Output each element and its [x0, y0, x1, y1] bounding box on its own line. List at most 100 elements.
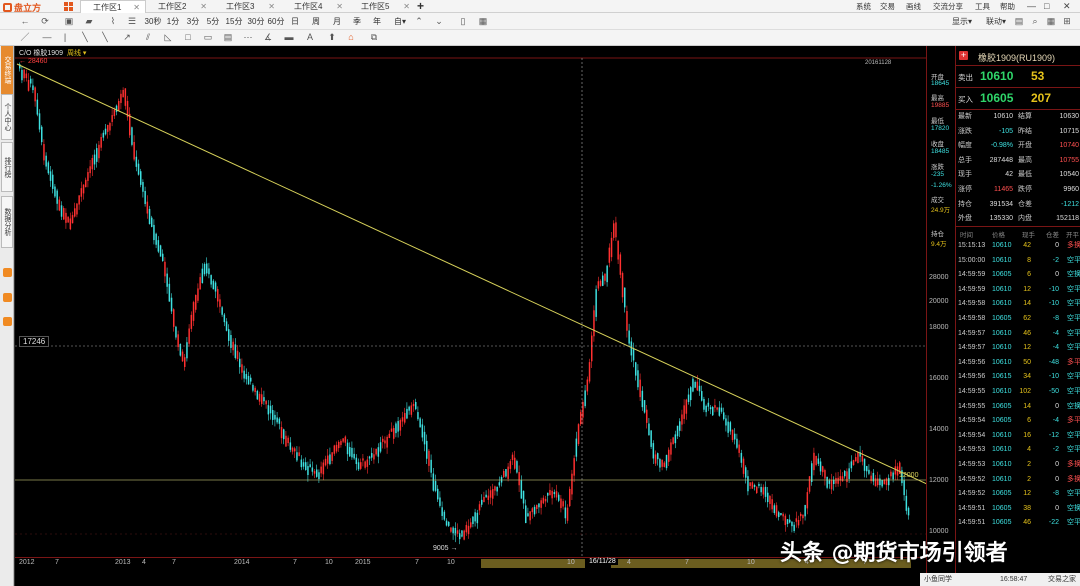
candle-body [575, 438, 578, 457]
ma-dropdown[interactable]: 周线 ▾ [67, 50, 86, 57]
tab-workspace-5[interactable]: 工作区5 ✕ [349, 0, 415, 13]
period-quarter[interactable]: 季 [352, 15, 362, 28]
rect-tool-icon[interactable]: □ [183, 31, 193, 44]
sidebar-tab-ranking[interactable]: 排行榜 [1, 142, 13, 192]
close-icon[interactable]: ✕ [403, 0, 410, 13]
candle-body [672, 437, 674, 445]
menu-share[interactable]: 交流分享 [933, 0, 963, 13]
list-icon[interactable]: ☰ [127, 15, 137, 28]
period-1m[interactable]: 1分 [166, 15, 180, 28]
period-week[interactable]: 周 [311, 15, 321, 28]
clock-icon[interactable] [3, 268, 12, 277]
maximize-button[interactable]: □ [1044, 0, 1049, 13]
hline-tool-icon[interactable]: — [42, 31, 52, 44]
candle-body [344, 436, 347, 443]
period-tool-icon[interactable]: ▤ [223, 31, 233, 44]
stat-value: 10540 [1059, 171, 1079, 179]
candle-body [349, 447, 351, 457]
arrow-tool-icon[interactable]: ↗ [122, 31, 132, 44]
up-arrow-tool-icon[interactable]: ⬆ [327, 31, 337, 44]
period-30m[interactable]: 30分 [247, 15, 265, 28]
zoom-in-icon[interactable]: ⌃ [414, 15, 424, 28]
sidebar-tab-trading[interactable]: 交易终端 [1, 46, 13, 94]
candle-body [553, 492, 556, 495]
menu-system[interactable]: 系统 [856, 0, 871, 13]
refresh-icon[interactable]: ⟳ [40, 15, 50, 28]
back-icon[interactable]: ← [20, 15, 30, 28]
candle-body [463, 530, 465, 540]
bell-icon[interactable] [3, 293, 12, 302]
fib-tool-icon[interactable]: ▭ [203, 31, 213, 44]
stat-value: 10715 [1059, 127, 1079, 135]
tick-oi-change: 0 [1055, 461, 1059, 468]
close-icon[interactable]: ✕ [336, 0, 343, 13]
close-window-button[interactable]: ✕ [1063, 0, 1071, 13]
candlestick-chart[interactable]: C/O 橡胶1909 周线 ▾ ← 28460 9005 → 17246 1200… [14, 46, 927, 586]
ask-row[interactable]: 卖出 10610 53 [956, 66, 1080, 88]
box-tool-icon[interactable]: ▬ [284, 31, 294, 44]
gann-tool-icon[interactable]: ⋯ [243, 31, 253, 44]
add-tab-button[interactable]: + [417, 0, 424, 13]
layout-icon[interactable]: ▯ [458, 15, 468, 28]
channel-tool-icon[interactable]: ⫽ [143, 31, 153, 44]
tab-workspace-1[interactable]: 工作区1 ✕ [80, 0, 146, 13]
period-year[interactable]: 年 [372, 15, 382, 28]
candle-body [217, 289, 219, 302]
tick-time: 14:59:52 [958, 490, 986, 498]
close-icon[interactable]: ✕ [200, 0, 207, 13]
line-tool-icon[interactable]: ／ [20, 31, 30, 44]
link-dropdown[interactable]: 联动▾ [984, 15, 1008, 28]
triangle-tool-icon[interactable]: ◺ [163, 31, 173, 44]
close-icon[interactable]: ✕ [268, 0, 275, 13]
lock-tool-icon[interactable]: ⌂ [346, 31, 356, 44]
x-label: 7 [55, 559, 59, 566]
period-60m[interactable]: 60分 [267, 15, 285, 28]
wave-tool-icon[interactable]: ∡ [263, 31, 273, 44]
candle-body [49, 171, 52, 181]
menu-tools[interactable]: 工具 [975, 0, 990, 13]
period-5m[interactable]: 5分 [206, 15, 220, 28]
search-icon[interactable]: ⌕ [1030, 15, 1040, 28]
period-month[interactable]: 月 [332, 15, 342, 28]
note-icon[interactable] [3, 317, 12, 326]
display-dropdown[interactable]: 显示▾ [950, 15, 974, 28]
pin-icon[interactable]: ⊞ [1062, 15, 1072, 28]
ray-tool-icon[interactable]: ╲ [80, 31, 90, 44]
apps-grid-icon[interactable] [64, 2, 74, 11]
menu-trade[interactable]: 交易 [880, 0, 895, 13]
tick-oi-change: 0 [1055, 271, 1059, 279]
menu-help[interactable]: 帮助 [1000, 0, 1015, 13]
candle-body [243, 370, 245, 379]
period-15m[interactable]: 15分 [225, 15, 243, 28]
chart-icon[interactable]: ⌇ [108, 15, 118, 28]
minimize-button[interactable]: — [1027, 0, 1036, 13]
tab-workspace-2[interactable]: 工作区2 ✕ [146, 0, 212, 13]
y-label: 20000 [929, 298, 949, 305]
sidebar-tab-analysis[interactable]: 数据分析 [1, 196, 13, 248]
period-30s[interactable]: 30秒 [143, 15, 163, 28]
bid-row[interactable]: 买入 10605 207 [956, 88, 1080, 110]
period-3m[interactable]: 3分 [186, 15, 200, 28]
grid-view-icon[interactable]: ▦ [1046, 15, 1056, 28]
sidebar-tab-personal[interactable]: 个人中心 [1, 94, 13, 140]
candle-body [628, 330, 630, 344]
add-watch-icon[interactable]: + [959, 51, 968, 60]
vline-tool-icon[interactable]: | [60, 31, 70, 44]
open-icon[interactable]: ▰ [84, 15, 94, 28]
period-custom[interactable]: 自▾ [392, 15, 408, 28]
candle-body [164, 261, 166, 277]
clear-tool-icon[interactable]: ⧉ [369, 31, 379, 44]
lock-icon[interactable]: ▤ [1014, 15, 1024, 28]
text-tool-icon[interactable]: A [305, 31, 315, 44]
candle-body [841, 476, 844, 482]
zoom-out-icon[interactable]: ⌄ [434, 15, 444, 28]
table-icon[interactable]: ▦ [478, 15, 488, 28]
tab-workspace-4[interactable]: 工作区4 ✕ [282, 0, 348, 13]
segment-tool-icon[interactable]: ╲ [100, 31, 110, 44]
candle-body [364, 461, 366, 468]
tab-workspace-3[interactable]: 工作区3 ✕ [214, 0, 280, 13]
stat-oi-value: 9.4万 [931, 241, 947, 248]
save-icon[interactable]: ▣ [64, 15, 74, 28]
period-day[interactable]: 日 [290, 15, 300, 28]
menu-draw[interactable]: 画线 [906, 0, 921, 13]
